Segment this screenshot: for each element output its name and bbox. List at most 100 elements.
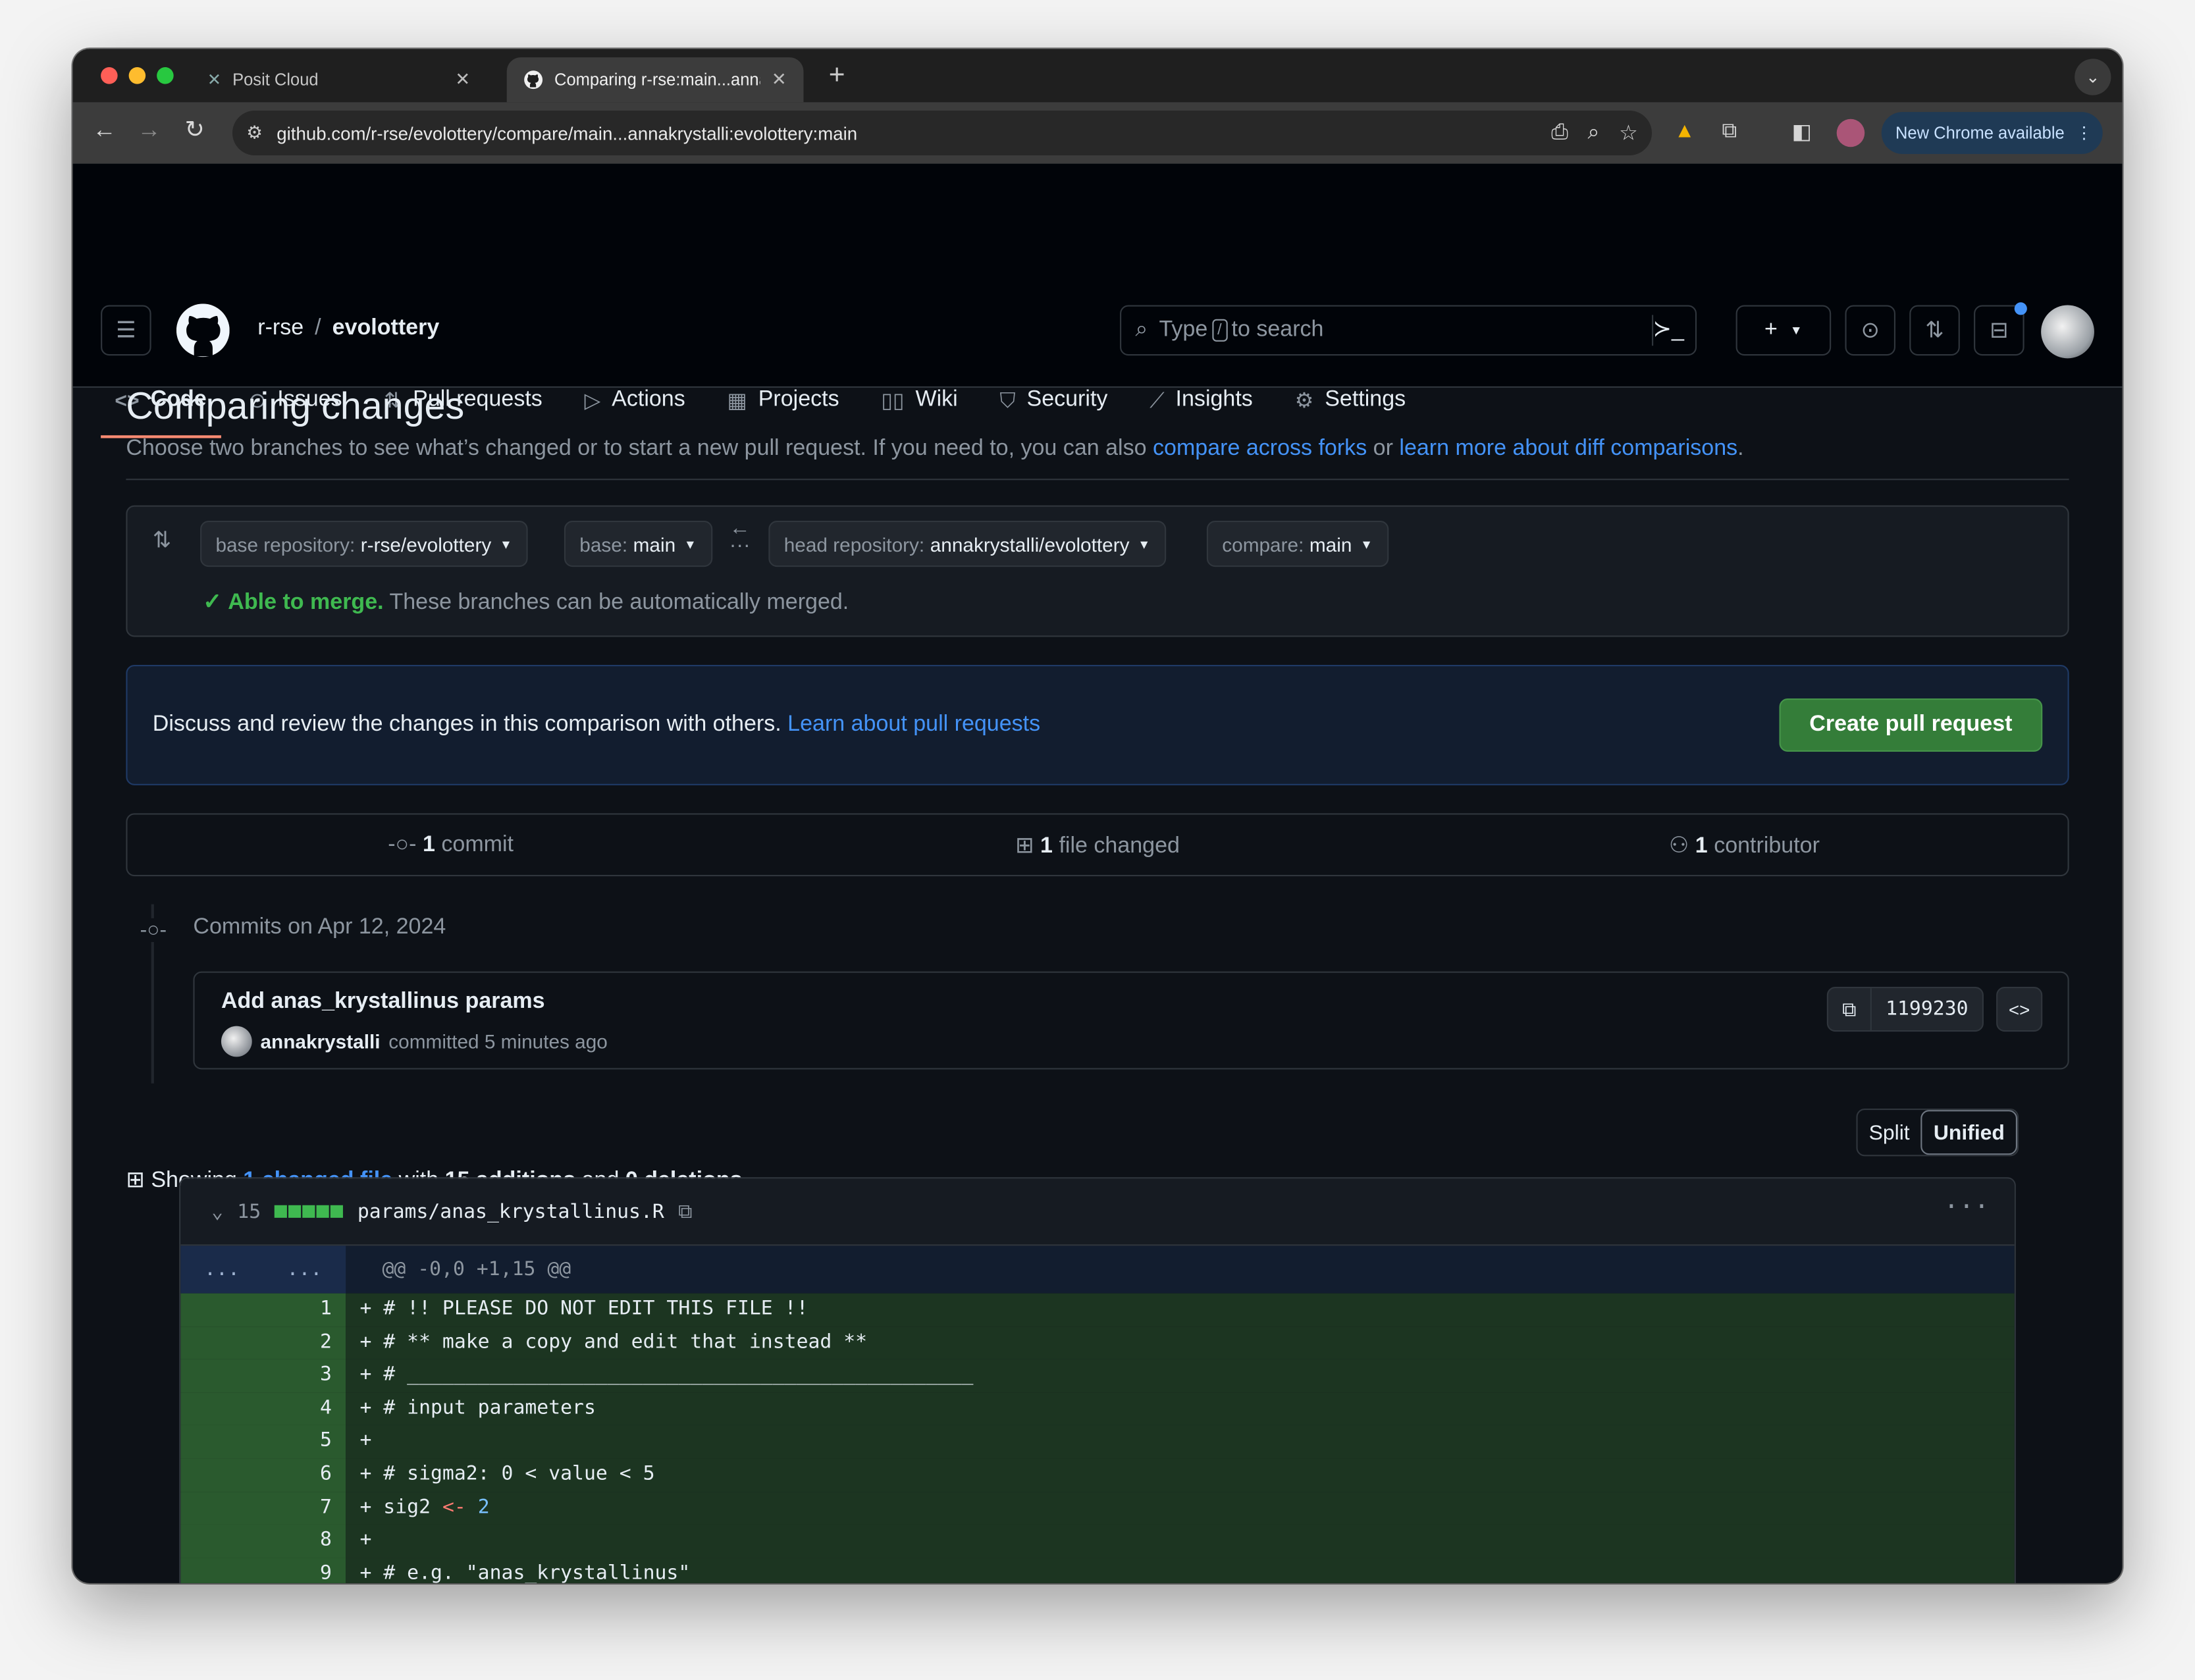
- contributors-stat[interactable]: ⚇ 1 contributor: [1421, 831, 2067, 859]
- browser-toolbar: ← → ↻ ⚙ github.com/r-rse/evolottery/comp…: [72, 102, 2123, 164]
- zoom-icon[interactable]: ⌕: [1588, 120, 1600, 145]
- commits-date: Commits on Apr 12, 2024: [193, 915, 446, 939]
- author-avatar[interactable]: [221, 1026, 252, 1057]
- file-name[interactable]: params/anas_krystallinus.R: [357, 1200, 664, 1222]
- site-info-icon[interactable]: ⚙: [246, 122, 263, 144]
- copy-icon[interactable]: ⧉: [1828, 988, 1870, 1030]
- line-code: + # sigma2: 0 < value < 5: [346, 1458, 2015, 1492]
- select-value: r-rse/evolottery: [360, 533, 492, 556]
- split-view-button[interactable]: Split: [1858, 1110, 1921, 1155]
- github-logo-icon[interactable]: [176, 303, 230, 357]
- line-number[interactable]: 9: [180, 1558, 346, 1583]
- head-repository-select[interactable]: head repository: annakrystalli/evolottery…: [768, 520, 1166, 567]
- caret-down-icon: ▼: [1789, 323, 1803, 338]
- select-label: head repository:: [783, 533, 925, 556]
- diffstat-bars: [275, 1205, 344, 1218]
- more-options-icon[interactable]: ···: [1944, 1193, 1989, 1222]
- profile-avatar[interactable]: [1836, 118, 1865, 147]
- command-palette-icon[interactable]: ≻_: [1653, 315, 1683, 343]
- url-text[interactable]: github.com/r-rse/evolottery/compare/main…: [277, 122, 857, 144]
- bookmark-star-icon[interactable]: ☆: [1619, 120, 1638, 145]
- issues-icon[interactable]: ⊙: [1845, 305, 1896, 356]
- address-bar[interactable]: ⚙ github.com/r-rse/evolottery/compare/ma…: [232, 110, 1653, 156]
- diff-line: 8 +: [180, 1524, 2015, 1558]
- caret-down-icon: ▼: [1360, 537, 1373, 551]
- back-arrow-icon[interactable]: ←: [92, 116, 116, 144]
- tab-close-icon[interactable]: ✕: [455, 68, 470, 91]
- owner-link[interactable]: r-rse: [257, 317, 304, 340]
- compare-across-forks-link[interactable]: compare across forks: [1153, 436, 1367, 460]
- line-number[interactable]: 8: [180, 1524, 346, 1558]
- merge-status: ✓ Able to merge. These branches can be a…: [203, 588, 849, 616]
- copy-icon[interactable]: ⧉: [678, 1200, 692, 1222]
- line-number[interactable]: 7: [180, 1491, 346, 1525]
- side-panel-icon[interactable]: ◧: [1792, 119, 1812, 144]
- commit-icon: -○-: [140, 918, 167, 942]
- code-token: + sig2: [359, 1496, 442, 1519]
- hunk-header: ...... @@ -0,0 +1,15 @@: [180, 1246, 2015, 1294]
- repo-link[interactable]: evolottery: [332, 317, 440, 340]
- caret-down-icon: ▼: [1138, 537, 1151, 551]
- author-link[interactable]: annakrystalli: [260, 1030, 380, 1053]
- browse-files-code-icon[interactable]: <>: [1996, 987, 2043, 1032]
- base-repository-select[interactable]: base repository: r-rse/evolottery ▼: [200, 520, 528, 567]
- line-number[interactable]: 6: [180, 1458, 346, 1492]
- inbox-icon[interactable]: ⊟: [1974, 302, 2027, 356]
- compare-branch-select[interactable]: compare: main ▼: [1206, 520, 1388, 567]
- file-header: ⌄ 15 params/anas_krystallinus.R ⧉ ···: [180, 1178, 2015, 1246]
- commits-stat[interactable]: -○- 1 commit: [127, 832, 774, 857]
- forward-arrow-icon[interactable]: →: [137, 116, 161, 144]
- line-number[interactable]: 5: [180, 1425, 346, 1459]
- search-input[interactable]: ⌕ Type / to search ≻_: [1120, 305, 1697, 356]
- learn-diff-comparisons-link[interactable]: learn more about diff comparisons: [1399, 436, 1737, 460]
- people-icon: ⚇: [1668, 833, 1689, 858]
- line-number[interactable]: 2: [180, 1326, 346, 1360]
- create-new-button[interactable]: + ▼: [1735, 305, 1832, 356]
- line-number[interactable]: 1: [180, 1293, 346, 1326]
- new-tab-button[interactable]: +: [829, 60, 845, 92]
- tab-search-chevron-icon[interactable]: ⌄: [2075, 59, 2111, 95]
- tab-close-icon[interactable]: ✕: [772, 68, 787, 91]
- subtitle-period: .: [1737, 436, 1744, 461]
- extensions-puzzle-icon[interactable]: ⧉: [1722, 119, 1737, 143]
- select-value: annakrystalli/evolottery: [930, 533, 1130, 556]
- learn-pull-requests-link[interactable]: Learn about pull requests: [787, 712, 1040, 736]
- plus-icon: +: [1764, 317, 1778, 342]
- unified-view-button[interactable]: Unified: [1920, 1110, 2018, 1155]
- install-app-icon[interactable]: ⎙: [1551, 120, 1568, 145]
- commit-title[interactable]: Add anas_krystallinus params: [221, 989, 545, 1014]
- caret-down-icon: ▼: [683, 537, 697, 551]
- reload-icon[interactable]: ↻: [185, 116, 205, 144]
- expand-hunk-gutter[interactable]: ......: [180, 1246, 346, 1294]
- check-icon: ✓: [203, 591, 222, 615]
- close-window-button[interactable]: [101, 67, 118, 84]
- expand-up-icon[interactable]: ...: [204, 1259, 240, 1281]
- base-branch-select[interactable]: base: main ▼: [564, 520, 712, 567]
- line-code: + sig2 <- 2: [346, 1491, 2015, 1525]
- files-stat[interactable]: ⊞ 1 file changed: [774, 831, 1421, 859]
- compare-icon: ⇅: [152, 529, 172, 553]
- line-number[interactable]: 3: [180, 1359, 346, 1393]
- notification-dot: [2014, 302, 2027, 315]
- hamburger-menu-icon[interactable]: ☰: [101, 305, 151, 356]
- select-label: compare:: [1222, 533, 1304, 556]
- tab-posit-cloud[interactable]: ✕ Posit Cloud ✕: [190, 57, 487, 102]
- new-chrome-available-button[interactable]: New Chrome available ⋮: [1881, 112, 2103, 154]
- minimize-window-button[interactable]: [128, 67, 146, 84]
- file-diff-icon: ⊞: [1015, 833, 1034, 858]
- menu-kebab-icon: ⋮: [2075, 123, 2093, 143]
- chevron-down-icon[interactable]: ⌄: [211, 1200, 223, 1222]
- arrow-left-icon: ← ···: [729, 516, 751, 558]
- pull-requests-icon[interactable]: ⇅: [1909, 305, 1960, 356]
- expand-down-icon[interactable]: ...: [287, 1259, 323, 1281]
- zoom-window-button[interactable]: [157, 67, 174, 84]
- google-drive-icon[interactable]: ▲: [1674, 119, 1695, 143]
- commits-count: 1: [422, 832, 435, 856]
- user-avatar[interactable]: [2041, 305, 2094, 359]
- tab-comparing[interactable]: Comparing r-rse:main...annak ✕: [506, 57, 804, 103]
- commits-timeline: -○- Commits on Apr 12, 2024 Add anas_kry…: [126, 904, 2069, 1086]
- line-number[interactable]: 4: [180, 1392, 346, 1426]
- github-header: ☰ r-rse / evolottery ⌕ Type / to search ≻_ +…: [72, 163, 2123, 438]
- commit-sha[interactable]: 1199230: [1870, 988, 1982, 1030]
- create-pull-request-button[interactable]: Create pull request: [1779, 698, 2043, 752]
